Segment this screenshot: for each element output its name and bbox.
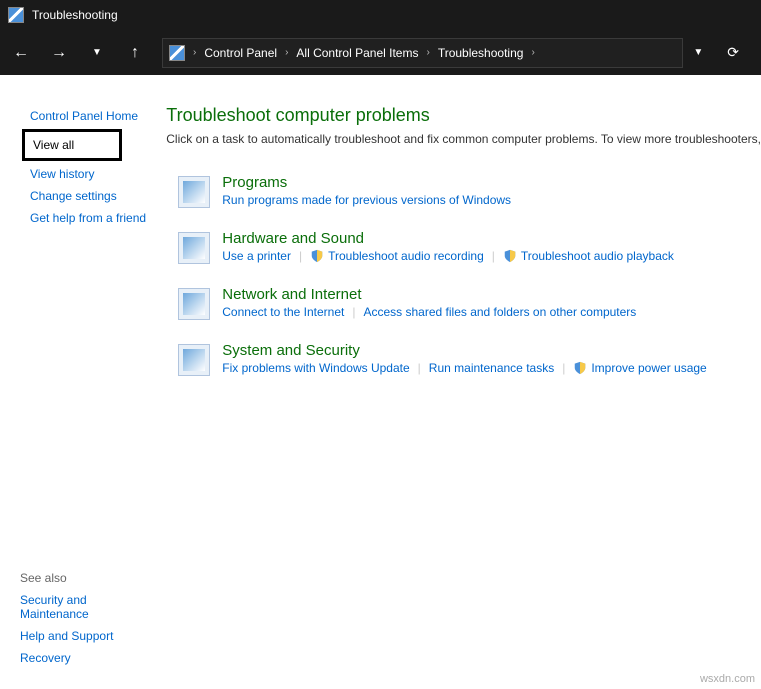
network-link-2[interactable]: Access shared files and folders on other… <box>363 305 636 319</box>
page-heading: Troubleshoot computer problems <box>166 105 761 126</box>
network-link-1[interactable]: Connect to the Internet <box>222 305 344 319</box>
see-also-help[interactable]: Help and Support <box>20 625 148 647</box>
nav-right: ▼ ⟳ <box>693 44 751 61</box>
sidebar: Control Panel Home View all View history… <box>0 75 148 689</box>
hardware-link-1[interactable]: Use a printer <box>222 249 291 263</box>
see-also-security[interactable]: Security and Maintenance <box>20 589 148 625</box>
up-button[interactable]: ↑ <box>126 44 144 62</box>
shield-icon <box>573 361 587 375</box>
programs-icon <box>178 176 210 208</box>
breadcrumb-item[interactable]: Control Panel <box>200 46 281 60</box>
see-also-heading: See also <box>20 567 148 589</box>
system-link-3[interactable]: Improve power usage <box>591 361 706 375</box>
separator: | <box>492 249 495 263</box>
separator: | <box>352 305 355 319</box>
shield-icon <box>503 249 517 263</box>
window-title: Troubleshooting <box>32 8 118 22</box>
hardware-icon <box>178 232 210 264</box>
dropdown-button[interactable]: ▼ <box>693 47 703 58</box>
chevron-icon[interactable]: › <box>426 47 429 58</box>
forward-button[interactable]: → <box>50 44 68 62</box>
system-link-1[interactable]: Fix problems with Windows Update <box>222 361 409 375</box>
navbar: ← → ▼ ↑ › Control Panel › All Control Pa… <box>0 30 761 75</box>
breadcrumb-item[interactable]: Troubleshooting <box>434 46 528 60</box>
sidebar-bottom: See also Security and Maintenance Help a… <box>20 567 148 669</box>
programs-title[interactable]: Programs <box>222 174 511 191</box>
system-title[interactable]: System and Security <box>222 342 706 359</box>
hardware-link-3[interactable]: Troubleshoot audio playback <box>521 249 674 263</box>
sidebar-home[interactable]: Control Panel Home <box>30 105 148 127</box>
address-bar[interactable]: › Control Panel › All Control Panel Item… <box>162 38 683 68</box>
see-also-recovery[interactable]: Recovery <box>20 647 148 669</box>
content: Control Panel Home View all View history… <box>0 75 761 689</box>
separator: | <box>562 361 565 375</box>
watermark: wsxdn.com <box>700 673 755 685</box>
sidebar-change-settings[interactable]: Change settings <box>30 185 148 207</box>
network-title[interactable]: Network and Internet <box>222 286 636 303</box>
hardware-title[interactable]: Hardware and Sound <box>222 230 674 247</box>
main: Troubleshoot computer problems Click on … <box>148 75 761 689</box>
hardware-link-2[interactable]: Troubleshoot audio recording <box>328 249 484 263</box>
page-description: Click on a task to automatically trouble… <box>166 132 761 146</box>
titlebar: Troubleshooting <box>0 0 761 30</box>
category-network: Network and Internet Connect to the Inte… <box>166 286 761 320</box>
breadcrumb-item[interactable]: All Control Panel Items <box>292 46 422 60</box>
system-icon <box>178 344 210 376</box>
chevron-icon[interactable]: › <box>531 47 534 58</box>
recent-dropdown[interactable]: ▼ <box>88 47 106 58</box>
programs-link-1[interactable]: Run programs made for previous versions … <box>222 193 511 207</box>
network-icon <box>178 288 210 320</box>
separator: | <box>418 361 421 375</box>
back-button[interactable]: ← <box>12 44 30 62</box>
refresh-button[interactable]: ⟳ <box>727 44 739 61</box>
sidebar-view-history[interactable]: View history <box>30 163 148 185</box>
cp-icon <box>169 45 185 61</box>
separator: | <box>299 249 302 263</box>
shield-icon <box>310 249 324 263</box>
system-link-2[interactable]: Run maintenance tasks <box>429 361 554 375</box>
chevron-icon[interactable]: › <box>285 47 288 58</box>
sidebar-top: Control Panel Home View all View history… <box>30 105 148 229</box>
control-panel-icon <box>8 7 24 23</box>
chevron-icon[interactable]: › <box>193 47 196 58</box>
sidebar-view-all[interactable]: View all <box>22 129 122 161</box>
category-programs: Programs Run programs made for previous … <box>166 174 761 208</box>
nav-arrows: ← → ▼ ↑ <box>10 44 150 62</box>
category-hardware: Hardware and Sound Use a printer | Troub… <box>166 230 761 264</box>
category-system: System and Security Fix problems with Wi… <box>166 342 761 376</box>
sidebar-get-help[interactable]: Get help from a friend <box>30 207 148 229</box>
